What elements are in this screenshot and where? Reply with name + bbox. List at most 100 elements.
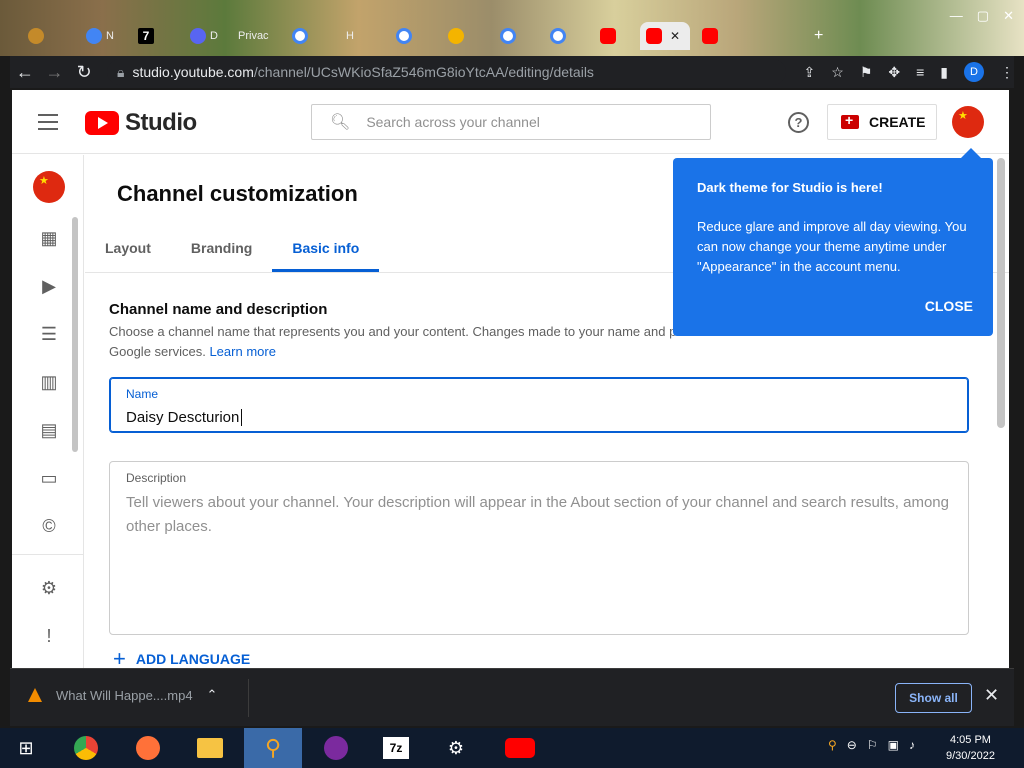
bookmark-star-icon[interactable]: ☆	[831, 64, 844, 81]
create-label: CREATE	[869, 114, 926, 130]
playlists-icon[interactable]: ☰	[38, 323, 60, 345]
add-language-button[interactable]: + ADD LANGUAGE	[113, 648, 251, 669]
puzzle-extension-icon[interactable]: ✥	[888, 64, 900, 81]
analytics-icon[interactable]: ▥	[38, 371, 60, 393]
comments-icon[interactable]: ▤	[38, 419, 60, 441]
flag-extension-icon[interactable]: ⚑	[860, 64, 873, 81]
firefox-icon[interactable]	[128, 733, 168, 763]
name-input-value[interactable]: Daisy Descturion	[126, 409, 243, 426]
browser-tab[interactable]	[390, 22, 418, 50]
chevron-up-icon[interactable]: ⌃	[207, 687, 218, 703]
description-label: Description	[126, 471, 187, 485]
windows-taskbar: ⊞ ⚲ 7z ⚙ ⚲ ⊖ ⚐ ▣ ♪ 4:05 PM 9/30/2022	[0, 728, 1024, 768]
minus-tray-icon[interactable]: ⊖	[847, 738, 857, 752]
close-window-icon[interactable]: ✕	[1003, 8, 1014, 24]
settings-gear-icon[interactable]: ⚙	[38, 577, 60, 599]
subtitles-icon[interactable]: ▭	[38, 467, 60, 489]
channel-name-field[interactable]: Name Daisy Descturion	[109, 377, 969, 433]
share-icon[interactable]: ⇪	[804, 64, 816, 81]
new-tab-button[interactable]: +	[808, 22, 829, 50]
search-tray-icon[interactable]: ⚲	[828, 738, 837, 752]
gear-app-icon[interactable]: ⚙	[436, 733, 476, 763]
tab-branding[interactable]: Branding	[171, 230, 272, 272]
hamburger-menu-icon[interactable]	[38, 114, 58, 130]
system-tray: ⚲ ⊖ ⚐ ▣ ♪	[828, 738, 915, 752]
browser-tab[interactable]	[594, 22, 622, 50]
profile-avatar[interactable]: D	[964, 62, 985, 82]
browser-tab[interactable]	[22, 22, 50, 50]
search-magnifier-icon[interactable]: ⚲	[244, 728, 302, 768]
forward-arrow-icon[interactable]: →	[40, 62, 70, 83]
back-arrow-icon[interactable]: ←	[10, 62, 40, 83]
tab-basic-info[interactable]: Basic info	[272, 230, 380, 272]
help-icon[interactable]: ?	[788, 112, 809, 133]
browser-tab[interactable]: Privac	[232, 22, 275, 50]
chrome-icon[interactable]	[66, 733, 106, 763]
content-icon[interactable]: ▶	[38, 275, 60, 297]
browser-tab[interactable]	[442, 22, 470, 50]
url-host: studio.youtube.com	[132, 64, 254, 80]
page-title: Channel customization	[117, 181, 358, 206]
reading-list-icon[interactable]: ≡	[916, 64, 924, 80]
browser-tab[interactable]	[286, 22, 314, 50]
add-language-label: ADD LANGUAGE	[135, 651, 251, 667]
search-placeholder: Search across your channel	[366, 114, 540, 130]
google-icon	[500, 28, 516, 44]
close-download-bar-icon[interactable]: ✕	[984, 685, 999, 706]
channel-avatar[interactable]	[33, 171, 65, 203]
reload-icon[interactable]: ↻	[69, 62, 99, 83]
tab-label: N	[106, 30, 114, 42]
maximize-icon[interactable]: ▢	[977, 8, 989, 24]
windows-start-icon[interactable]: ⊞	[6, 733, 46, 763]
customization-tabs: Layout Branding Basic info	[85, 230, 380, 272]
popup-close-button[interactable]: CLOSE	[925, 298, 973, 314]
sidebar-scrollbar[interactable]	[72, 217, 78, 452]
address-bar[interactable]: 🔒︎ studio.youtube.com/channel/UCsWKioSfa…	[107, 59, 786, 85]
minimize-icon[interactable]: —	[950, 8, 963, 24]
page-scrollbar[interactable]	[997, 158, 1005, 428]
section-description-text: Choose a channel name that represents yo…	[109, 324, 680, 339]
account-avatar[interactable]	[952, 106, 984, 138]
browser-tab[interactable]: N	[80, 22, 120, 50]
description-field[interactable]: Description Tell viewers about your chan…	[109, 461, 969, 635]
copyright-icon[interactable]: ©	[38, 515, 60, 537]
tab-label: Privac	[238, 30, 269, 42]
create-button[interactable]: CREATE	[827, 104, 937, 140]
browser-tab[interactable]: 7	[132, 22, 160, 50]
browser-toolbar: ← → ↻ 🔒︎ studio.youtube.com/channel/UCsW…	[10, 56, 1014, 88]
browser-tab-strip: N 7 D Privac H ✕ + — ▢ ✕	[0, 0, 1024, 56]
show-all-button[interactable]: Show all	[895, 683, 972, 713]
browser-tab[interactable]	[494, 22, 522, 50]
side-panel-icon[interactable]: ▮	[940, 64, 948, 81]
favicon-icon	[86, 28, 102, 44]
file-explorer-icon[interactable]	[190, 733, 230, 763]
yahoo-messenger-icon[interactable]	[316, 733, 356, 763]
volume-icon[interactable]: ♪	[909, 738, 915, 752]
studio-logo[interactable]: Studio	[85, 109, 197, 137]
section-description: Choose a channel name that represents yo…	[109, 322, 689, 362]
flag-tray-icon[interactable]: ⚐	[867, 738, 878, 752]
feedback-icon[interactable]: !	[38, 625, 60, 647]
browser-tab[interactable]: D	[184, 22, 224, 50]
search-icon: 🔍︎	[330, 114, 351, 131]
browser-tab[interactable]	[696, 22, 724, 50]
youtube-app-icon[interactable]	[500, 733, 540, 763]
browser-tab[interactable]: H	[340, 22, 360, 50]
browser-menu-icon[interactable]: ⋮	[1000, 64, 1014, 81]
search-input[interactable]: 🔍︎ Search across your channel	[311, 104, 711, 140]
download-filename: What Will Happe....mp4	[56, 687, 193, 703]
browser-tab[interactable]	[544, 22, 572, 50]
seven-icon: 7	[138, 28, 154, 44]
clock[interactable]: 4:05 PM 9/30/2022	[946, 732, 995, 764]
learn-more-link[interactable]: Learn more	[209, 344, 275, 359]
youtube-logo-icon	[85, 111, 119, 135]
youtube-icon	[702, 28, 718, 44]
network-icon[interactable]: ▣	[888, 738, 899, 752]
dashboard-icon[interactable]: ▦	[38, 227, 60, 249]
close-tab-icon[interactable]: ✕	[670, 29, 680, 43]
download-item[interactable]: What Will Happe....mp4 ⌃	[28, 687, 217, 703]
tab-layout[interactable]: Layout	[85, 230, 171, 272]
sidebar-divider	[12, 554, 83, 555]
browser-tab-active[interactable]: ✕	[640, 22, 690, 50]
7zip-icon[interactable]: 7z	[376, 733, 416, 763]
